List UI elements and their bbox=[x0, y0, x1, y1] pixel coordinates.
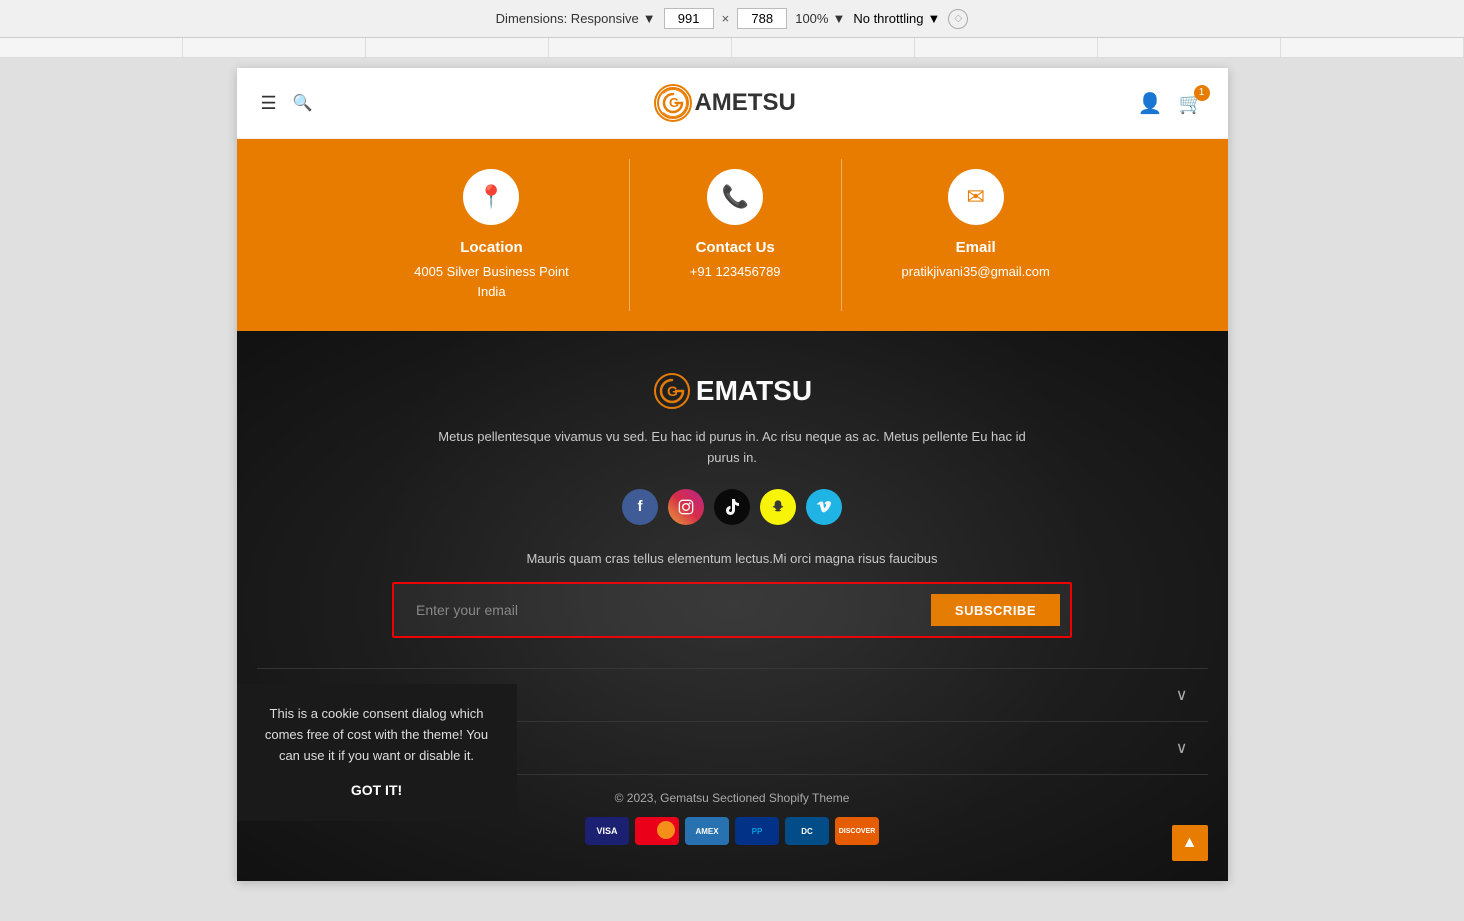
payment-icons-row: VISA AMEX PP DC DISCOVER bbox=[277, 817, 1188, 845]
svg-text:G: G bbox=[669, 95, 679, 110]
accordion-chevron-1: ∨ bbox=[1176, 738, 1188, 758]
visa-icon: VISA bbox=[585, 817, 629, 845]
newsletter-text: Mauris quam cras tellus elementum lectus… bbox=[257, 549, 1208, 569]
ruler bbox=[0, 38, 1464, 58]
contact-email: ✉ Email pratikjivani35@gmail.com bbox=[841, 159, 1110, 311]
email-icon-circle: ✉ bbox=[948, 169, 1004, 225]
newsletter-form: SUBSCRIBE bbox=[392, 582, 1072, 638]
height-input[interactable] bbox=[737, 8, 787, 29]
cookie-dialog: This is a cookie consent dialog which co… bbox=[237, 684, 517, 821]
vimeo-icon[interactable] bbox=[806, 489, 842, 525]
settings-icon[interactable]: ◇ bbox=[948, 9, 968, 29]
instagram-icon[interactable] bbox=[668, 489, 704, 525]
mastercard-icon bbox=[635, 817, 679, 845]
snapchat-icon[interactable] bbox=[760, 489, 796, 525]
dimensions-arrow: ▼ bbox=[643, 11, 656, 26]
email-text: pratikjivani35@gmail.com bbox=[902, 262, 1050, 282]
cart-icon-wrapper[interactable]: 🛒 1 bbox=[1179, 91, 1204, 116]
phone-text: +91 123456789 bbox=[690, 262, 781, 282]
subscribe-button[interactable]: SUBSCRIBE bbox=[931, 594, 1060, 626]
contact-phone: 📞 Contact Us +91 123456789 bbox=[629, 159, 841, 311]
page-wrapper: width ochhi kro 543 thi 100% ☰ 🔍 G AMETS… bbox=[0, 58, 1464, 921]
zoom-text: 100% bbox=[795, 11, 828, 26]
tiktok-icon[interactable] bbox=[714, 489, 750, 525]
dimensions-text: Dimensions: Responsive bbox=[496, 11, 639, 26]
location-title: Location bbox=[460, 239, 523, 256]
phone-title: Contact Us bbox=[696, 239, 775, 256]
contact-bar: 📍 Location 4005 Silver Business PointInd… bbox=[237, 139, 1228, 331]
cookie-text: This is a cookie consent dialog which co… bbox=[257, 704, 497, 766]
logo-svg: G bbox=[656, 86, 690, 120]
user-account-icon[interactable]: 👤 bbox=[1138, 91, 1163, 116]
search-icon[interactable]: 🔍 bbox=[293, 93, 313, 113]
location-text: 4005 Silver Business PointIndia bbox=[414, 262, 569, 301]
scroll-to-top-button[interactable]: ▲ bbox=[1172, 825, 1208, 861]
header-left: ☰ 🔍 bbox=[261, 93, 313, 114]
footer-logo: G EMATSU bbox=[257, 371, 1208, 411]
social-icons-row: f bbox=[257, 489, 1208, 525]
throttle-text: No throttling bbox=[853, 11, 923, 26]
accordion-chevron-0: ∨ bbox=[1176, 685, 1188, 705]
facebook-icon[interactable]: f bbox=[622, 489, 658, 525]
logo-text: AMETSU bbox=[694, 89, 795, 117]
browser-frame: ☰ 🔍 G AMETSU 👤 🛒 1 bbox=[237, 68, 1228, 881]
times-symbol: × bbox=[722, 11, 730, 26]
width-input[interactable] bbox=[664, 8, 714, 29]
footer-section: G EMATSU Metus pellentesque vivamus vu s… bbox=[237, 331, 1228, 881]
dimensions-label: Dimensions: Responsive ▼ bbox=[496, 11, 656, 26]
hamburger-menu-icon[interactable]: ☰ bbox=[261, 93, 277, 114]
paypal-icon: PP bbox=[735, 817, 779, 845]
header-right: 👤 🛒 1 bbox=[1138, 91, 1204, 116]
amex-icon: AMEX bbox=[685, 817, 729, 845]
logo-g-circle: G bbox=[654, 84, 692, 122]
cookie-got-it-button[interactable]: GOT IT! bbox=[257, 779, 497, 801]
footer-logo-svg: G bbox=[652, 371, 692, 411]
phone-icon-circle: 📞 bbox=[707, 169, 763, 225]
throttle-control[interactable]: No throttling ▼ bbox=[853, 11, 940, 26]
site-header: ☰ 🔍 G AMETSU 👤 🛒 1 bbox=[237, 68, 1228, 139]
discover-icon: DISCOVER bbox=[835, 817, 879, 845]
location-icon-circle: 📍 bbox=[463, 169, 519, 225]
contact-location: 📍 Location 4005 Silver Business PointInd… bbox=[354, 159, 629, 311]
zoom-control[interactable]: 100% ▼ bbox=[795, 11, 845, 26]
cart-badge: 1 bbox=[1194, 85, 1210, 101]
svg-text:G: G bbox=[667, 383, 678, 399]
email-title: Email bbox=[956, 239, 996, 256]
site-logo[interactable]: G AMETSU bbox=[654, 84, 795, 122]
diners-icon: DC bbox=[785, 817, 829, 845]
toolbar: Dimensions: Responsive ▼ × 100% ▼ No thr… bbox=[0, 0, 1464, 38]
footer-description: Metus pellentesque vivamus vu sed. Eu ha… bbox=[432, 427, 1032, 469]
footer-logo-text: EMATSU bbox=[696, 375, 812, 407]
email-input[interactable] bbox=[404, 594, 931, 626]
